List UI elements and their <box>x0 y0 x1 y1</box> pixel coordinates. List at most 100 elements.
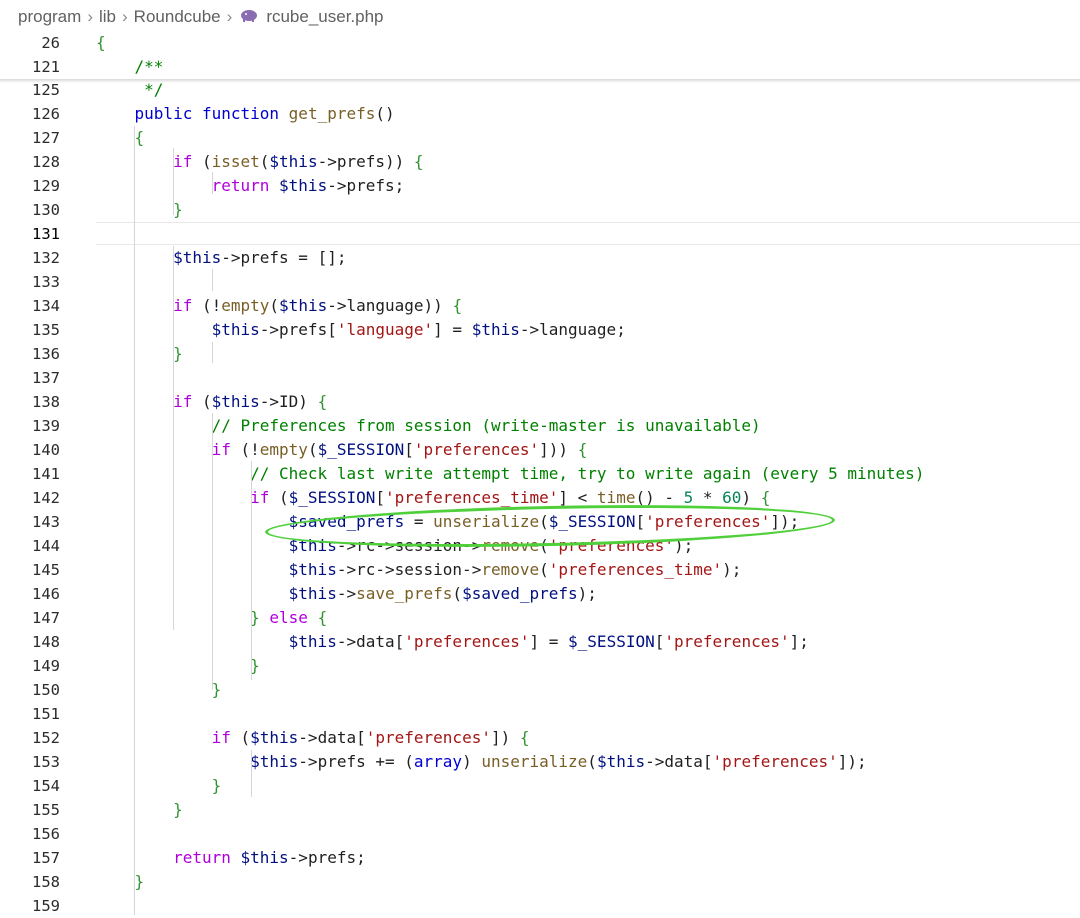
code-line[interactable]: 134 if (!empty($this->language)) { <box>0 294 1080 318</box>
line-content: // Check last write attempt time, try to… <box>250 464 925 483</box>
code-line[interactable]: 130 } <box>0 198 1080 222</box>
code-line[interactable]: 152 if ($this->data['preferences']) { <box>0 726 1080 750</box>
breadcrumb-item-lib[interactable]: lib <box>99 7 116 27</box>
line-number: 143 <box>32 513 60 531</box>
code-line[interactable]: 139 // Preferences from session (write-m… <box>0 414 1080 438</box>
code-line[interactable]: 146 $this->save_prefs($saved_prefs); <box>0 582 1080 606</box>
line-number: 129 <box>32 177 60 195</box>
line-content: $this->data['preferences'] = $_SESSION['… <box>288 632 809 651</box>
line-content: } <box>211 776 222 795</box>
code-line[interactable]: 154 } <box>0 774 1080 798</box>
line-number: 154 <box>32 777 60 795</box>
code-line[interactable]: 145 $this->rc->session->remove('preferen… <box>0 558 1080 582</box>
line-number: 157 <box>32 849 60 867</box>
line-number: 158 <box>32 873 60 891</box>
line-content: { <box>96 33 106 52</box>
line-content: $this->prefs['language'] = $this->langua… <box>211 320 626 339</box>
indent-guide <box>251 750 252 797</box>
indent-guide <box>212 413 213 690</box>
line-number: 126 <box>32 105 60 123</box>
line-number: 159 <box>32 897 60 915</box>
code-line[interactable]: 127 { <box>0 126 1080 150</box>
indent-guide <box>212 342 213 363</box>
line-number: 121 <box>32 58 60 76</box>
line-content: } <box>250 656 260 675</box>
current-line-highlight <box>96 222 1080 245</box>
line-number: 135 <box>32 321 60 339</box>
code-line[interactable]: 138 if ($this->ID) { <box>0 390 1080 414</box>
line-number: 145 <box>32 561 60 579</box>
code-line[interactable]: 153 $this->prefs += (array) unserialize(… <box>0 750 1080 774</box>
line-content: } <box>173 200 183 219</box>
line-content: } <box>173 344 183 363</box>
code-line[interactable]: 135 $this->prefs['language'] = $this->la… <box>0 318 1080 342</box>
line-content: if (isset($this->prefs)) { <box>173 152 424 171</box>
line-content: if ($this->ID) { <box>173 392 328 411</box>
line-number: 153 <box>32 753 60 771</box>
chevron-right-icon: › <box>122 7 128 26</box>
indent-guide <box>134 126 135 915</box>
line-number: 151 <box>32 705 60 723</box>
code-line[interactable]: 155 } <box>0 798 1080 822</box>
line-number: 148 <box>32 633 60 651</box>
line-number: 26 <box>41 34 60 52</box>
line-number: 127 <box>32 129 60 147</box>
line-number: 141 <box>32 465 60 483</box>
indent-guide <box>251 461 252 680</box>
code-line[interactable]: 128 if (isset($this->prefs)) { <box>0 150 1080 174</box>
code-line[interactable]: 140 if (!empty($_SESSION['preferences'])… <box>0 438 1080 462</box>
line-number: 156 <box>32 825 60 843</box>
chevron-right-icon: › <box>87 7 93 26</box>
line-number: 132 <box>32 249 60 267</box>
code-line[interactable]: 137 <box>0 366 1080 390</box>
code-line[interactable]: 136 } <box>0 342 1080 366</box>
line-number: 134 <box>32 297 60 315</box>
line-number: 131 <box>32 225 60 243</box>
indent-guide <box>173 148 174 215</box>
line-content: } <box>134 872 145 891</box>
code-line[interactable]: 150 } <box>0 678 1080 702</box>
php-elephant-icon <box>240 8 258 26</box>
indent-guide <box>212 269 213 291</box>
line-number: 142 <box>32 489 60 507</box>
line-number: 139 <box>32 417 60 435</box>
line-number: 152 <box>32 729 60 747</box>
chevron-right-icon: › <box>226 7 233 26</box>
code-line[interactable]: 132 $this->prefs = []; <box>0 246 1080 270</box>
line-number: 147 <box>32 609 60 627</box>
breadcrumb-item-program[interactable]: program <box>18 7 81 27</box>
code-line[interactable]: 151 <box>0 702 1080 726</box>
line-number: 128 <box>32 153 60 171</box>
line-number: 149 <box>32 657 60 675</box>
line-content: // Preferences from session (write-maste… <box>211 416 761 435</box>
code-line[interactable]: 133 <box>0 270 1080 294</box>
code-line[interactable]: 149 } <box>0 654 1080 678</box>
line-content: /** <box>96 57 164 76</box>
code-line[interactable]: 141 // Check last write attempt time, tr… <box>0 462 1080 486</box>
line-content: if ($this->data['preferences']) { <box>211 728 530 747</box>
line-number: 150 <box>32 681 60 699</box>
breadcrumb-item-roundcube[interactable]: Roundcube <box>134 7 221 27</box>
line-number: 144 <box>32 537 60 555</box>
indent-guide <box>173 246 174 630</box>
sticky-scroll-line[interactable]: 121 /** <box>0 55 1080 79</box>
sticky-scroll-line[interactable]: 26 { <box>0 31 1080 55</box>
code-line[interactable]: 158 } <box>0 870 1080 894</box>
code-line[interactable]: 126 public function get_prefs() <box>0 102 1080 126</box>
line-content: return $this->prefs; <box>211 176 405 195</box>
line-content: $this->prefs += (array) unserialize($thi… <box>250 752 867 771</box>
code-line[interactable]: 148 $this->data['preferences'] = $_SESSI… <box>0 630 1080 654</box>
sticky-scroll-shadow <box>0 79 1080 83</box>
code-line[interactable]: 129 return $this->prefs; <box>0 174 1080 198</box>
line-content: public function get_prefs() <box>134 104 395 123</box>
line-number: 155 <box>32 801 60 819</box>
code-line[interactable]: 157 return $this->prefs; <box>0 846 1080 870</box>
code-line[interactable]: 159 <box>0 894 1080 918</box>
code-line[interactable]: 147 } else { <box>0 606 1080 630</box>
line-content: if (!empty($this->language)) { <box>173 296 463 315</box>
breadcrumb-file[interactable]: rcube_user.php <box>266 7 383 27</box>
line-content: return $this->prefs; <box>173 848 366 867</box>
line-number: 130 <box>32 201 60 219</box>
code-line[interactable]: 156 <box>0 822 1080 846</box>
line-content: } <box>173 800 183 819</box>
